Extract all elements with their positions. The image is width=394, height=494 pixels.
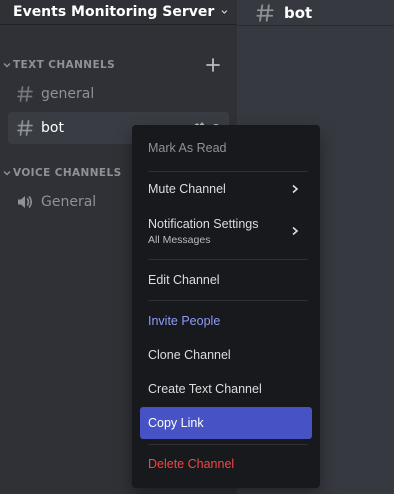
menu-item-label: Invite People xyxy=(148,314,221,328)
hash-icon xyxy=(17,86,33,102)
chevron-down-icon xyxy=(221,10,228,14)
speaker-icon xyxy=(18,196,33,208)
server-header[interactable]: Events Monitoring Server xyxy=(0,0,237,25)
menu-item-label: Create Text Channel xyxy=(148,382,262,396)
menu-item-label: Mark As Read xyxy=(148,141,227,155)
menu-item-delete-channel[interactable]: Delete Channel xyxy=(140,448,312,480)
category-label: VOICE CHANNELS xyxy=(13,167,122,179)
menu-item-label: Edit Channel xyxy=(148,273,220,287)
menu-item-label: Clone Channel xyxy=(148,348,231,362)
channel-label: General xyxy=(41,194,97,210)
notification-setting-value: All Messages xyxy=(148,233,211,246)
server-name: Events Monitoring Server xyxy=(13,4,215,20)
hash-icon xyxy=(256,3,274,22)
menu-item-create-text-channel[interactable]: Create Text Channel xyxy=(140,373,312,405)
menu-item-label: Copy Link xyxy=(148,416,204,430)
menu-item-label: Delete Channel xyxy=(148,457,235,471)
chevron-right-icon xyxy=(292,184,299,194)
hash-icon xyxy=(17,120,33,136)
menu-item-label: Mute Channel xyxy=(148,182,226,196)
menu-item-clone-channel[interactable]: Clone Channel xyxy=(140,339,312,371)
menu-item-notification-settings[interactable]: Notification Settings All Messages xyxy=(140,209,312,253)
menu-divider xyxy=(148,259,308,260)
menu-item-invite-people[interactable]: Invite People xyxy=(140,305,312,337)
menu-divider xyxy=(148,300,308,301)
category-label: TEXT CHANNELS xyxy=(13,59,116,71)
chat-channel-title: bot xyxy=(284,3,313,22)
menu-item-label: Notification Settings xyxy=(148,216,259,231)
chevron-right-icon xyxy=(292,226,299,236)
category-text-channels[interactable]: TEXT CHANNELS xyxy=(0,57,237,73)
add-channel-icon[interactable] xyxy=(205,57,221,73)
chat-header: bot xyxy=(237,0,394,26)
collapse-arrow-icon xyxy=(3,171,11,176)
menu-item-mark-as-read[interactable]: Mark As Read xyxy=(140,132,312,164)
channel-context-menu: Mark As Read Mute Channel Notification S… xyxy=(132,125,320,488)
menu-item-copy-link[interactable]: Copy Link xyxy=(140,407,312,439)
menu-divider xyxy=(148,444,308,445)
channel-label: general xyxy=(41,86,95,102)
channel-label: bot xyxy=(41,120,64,136)
channel-general[interactable]: general xyxy=(8,78,229,110)
menu-divider xyxy=(148,171,308,172)
menu-item-edit-channel[interactable]: Edit Channel xyxy=(140,264,312,296)
collapse-arrow-icon xyxy=(3,63,11,68)
menu-item-mute-channel[interactable]: Mute Channel xyxy=(140,173,312,205)
